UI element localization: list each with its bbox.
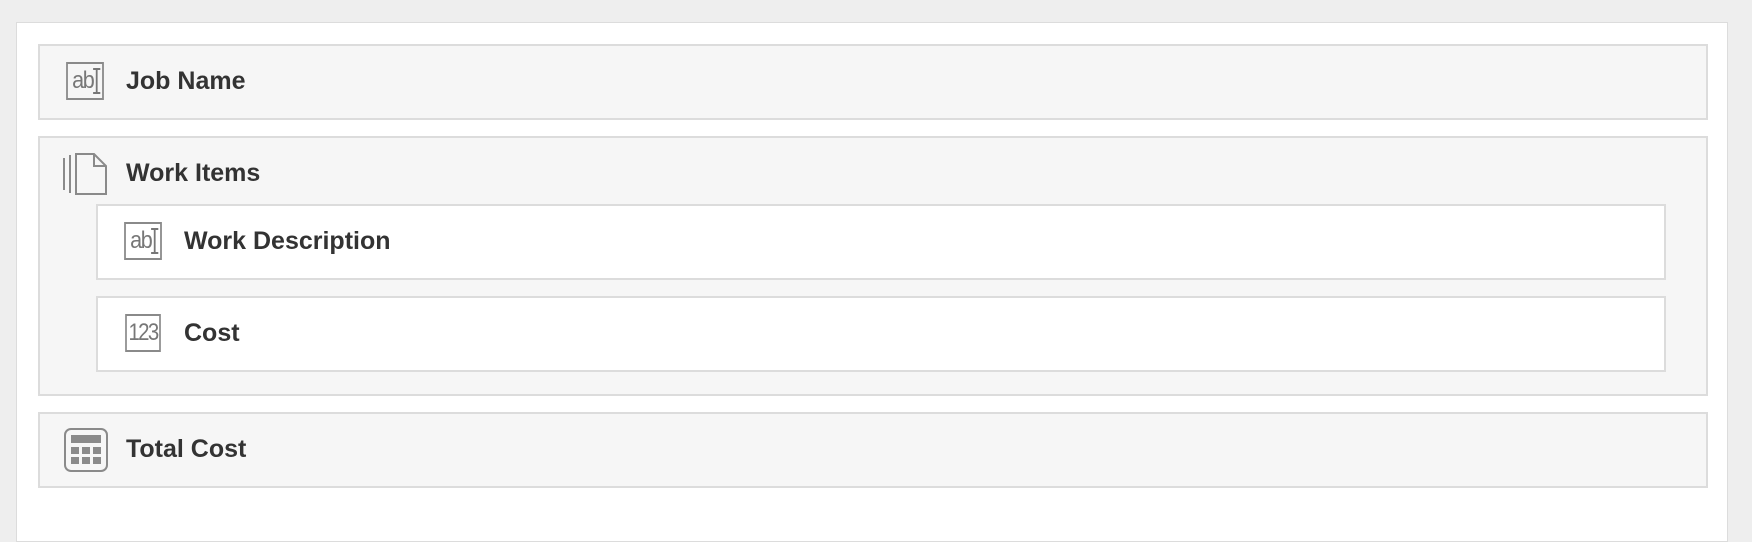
field-cost[interactable]: 123 Cost <box>96 296 1666 372</box>
number-field-icon: 123 <box>122 314 166 358</box>
field-label-total-cost: Total Cost <box>126 435 247 463</box>
field-work-items[interactable]: Work Items ab Work Description 123 Cost <box>38 136 1708 396</box>
text-field-icon: ab <box>64 62 108 106</box>
field-label-job-name: Job Name <box>126 67 246 95</box>
field-job-name[interactable]: ab Job Name <box>38 44 1708 120</box>
repeater-icon <box>62 152 107 196</box>
field-work-description[interactable]: ab Work Description <box>96 204 1666 280</box>
field-label-work-description: Work Description <box>184 227 391 255</box>
text-field-icon: ab <box>122 222 166 266</box>
calculator-icon <box>64 428 108 472</box>
field-total-cost[interactable]: Total Cost <box>38 412 1708 488</box>
field-label-cost: Cost <box>184 319 240 347</box>
field-label-work-items: Work Items <box>126 159 261 187</box>
